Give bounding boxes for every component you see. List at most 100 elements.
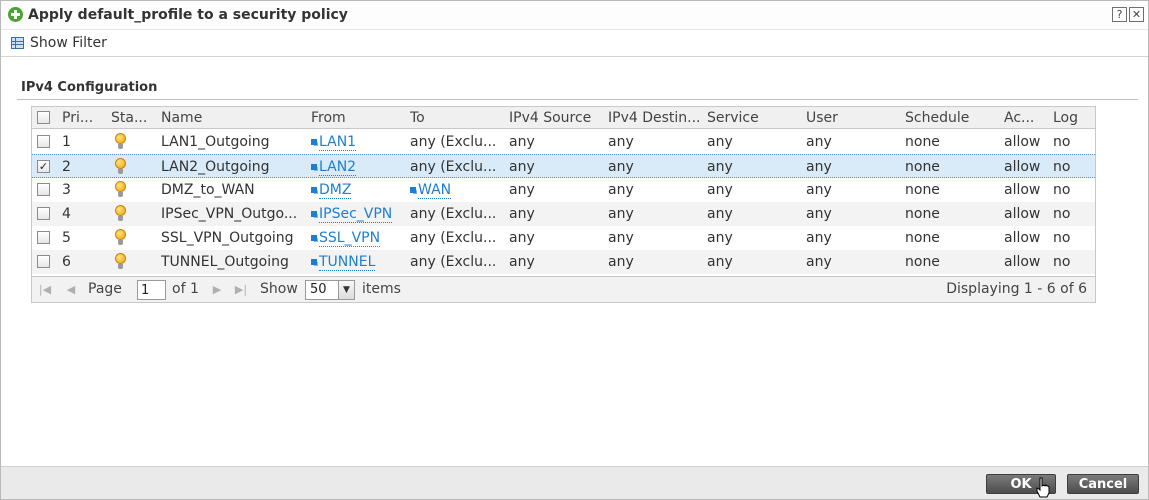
- cell-to: any (Exclu...: [410, 230, 497, 246]
- header-from[interactable]: From: [311, 109, 401, 127]
- header-service[interactable]: Service: [707, 109, 799, 127]
- cell-action: allow: [1004, 134, 1041, 150]
- zone-object-icon: [410, 187, 416, 193]
- cell-user: any: [806, 182, 832, 198]
- cell-schedule: none: [905, 134, 940, 150]
- filter-bar: Show Filter: [1, 31, 1148, 57]
- status-bulb-icon: [115, 253, 126, 270]
- cell-log: no: [1053, 254, 1071, 270]
- zone-object-icon: [311, 235, 317, 241]
- next-page-icon[interactable]: ▶: [210, 282, 224, 298]
- header-status[interactable]: Sta...: [111, 109, 155, 127]
- table-row[interactable]: 4 IPSec_VPN_Outgo... IPSec_VPN any (Excl…: [32, 202, 1095, 226]
- header-ipv4-destination[interactable]: IPv4 Destin...: [608, 109, 700, 127]
- filter-table-icon[interactable]: [11, 37, 24, 49]
- dialog-footer: OK Cancel: [1, 466, 1148, 499]
- header-ipv4-source[interactable]: IPv4 Source: [509, 109, 601, 127]
- select-all-checkbox[interactable]: [37, 111, 50, 124]
- cell-ipv4-source: any: [509, 254, 535, 270]
- cell-to: any (Exclu...: [410, 134, 497, 150]
- header-priority[interactable]: Pri...: [62, 109, 102, 127]
- section-divider: [17, 99, 1138, 100]
- status-bulb-icon: [115, 158, 126, 175]
- cell-schedule: none: [905, 254, 940, 270]
- first-page-icon[interactable]: |◀: [38, 282, 52, 298]
- cell-priority: 1: [62, 134, 71, 150]
- header-name[interactable]: Name: [161, 109, 301, 127]
- section-title: IPv4 Configuration: [21, 80, 158, 95]
- from-object-link[interactable]: DMZ: [319, 182, 352, 199]
- cell-to: any (Exclu...: [410, 159, 497, 175]
- close-button[interactable]: ✕: [1129, 7, 1144, 22]
- help-button[interactable]: ?: [1112, 7, 1127, 22]
- from-object-link[interactable]: IPSec_VPN: [319, 206, 393, 223]
- header-schedule[interactable]: Schedule: [905, 109, 997, 127]
- table-row-selected[interactable]: ✓ 2 LAN2_Outgoing LAN2 any (Exclu... any…: [32, 154, 1095, 178]
- cell-ipv4-destination: any: [608, 254, 634, 270]
- cell-ipv4-destination: any: [608, 159, 634, 175]
- page-number-input[interactable]: [137, 280, 166, 300]
- from-object-link[interactable]: LAN1: [319, 134, 357, 151]
- header-to[interactable]: To: [410, 109, 500, 127]
- cell-priority: 4: [62, 206, 71, 222]
- cancel-button[interactable]: Cancel: [1067, 474, 1139, 494]
- pagination-bar: |◀ ◀ Page of 1 ▶ ▶| Show 50 ▼ items Disp…: [32, 276, 1095, 302]
- cell-log: no: [1053, 182, 1071, 198]
- table-header: Pri... Sta... Name From To IPv4 Source I…: [32, 107, 1095, 129]
- from-object-link[interactable]: SSL_VPN: [319, 230, 381, 247]
- from-object-link[interactable]: TUNNEL: [319, 254, 376, 271]
- cell-log: no: [1053, 134, 1071, 150]
- cell-user: any: [806, 134, 832, 150]
- to-object-link[interactable]: WAN: [418, 182, 452, 199]
- table-row[interactable]: 1 LAN1_Outgoing LAN1 any (Exclu... any a…: [32, 130, 1095, 154]
- cell-schedule: none: [905, 230, 940, 246]
- cell-log: no: [1053, 230, 1071, 246]
- cell-ipv4-destination: any: [608, 230, 634, 246]
- last-page-icon[interactable]: ▶|: [234, 282, 248, 298]
- show-filter-link[interactable]: Show Filter: [30, 35, 107, 51]
- cell-to: any (Exclu...: [410, 206, 497, 222]
- cell-from: TUNNEL: [311, 253, 403, 271]
- cell-to: WAN: [410, 181, 500, 199]
- row-checkbox[interactable]: [37, 183, 50, 196]
- cell-priority: 5: [62, 230, 71, 246]
- cell-ipv4-destination: any: [608, 206, 634, 222]
- policy-table: Pri... Sta... Name From To IPv4 Source I…: [31, 106, 1096, 303]
- page-size-select[interactable]: 50 ▼: [305, 280, 355, 300]
- cell-service: any: [707, 254, 733, 270]
- zone-object-icon: [311, 187, 317, 193]
- header-action[interactable]: Ac...: [1004, 109, 1046, 127]
- prev-page-icon[interactable]: ◀: [64, 282, 78, 298]
- from-object-link[interactable]: LAN2: [319, 159, 357, 176]
- row-checkbox-checked[interactable]: ✓: [37, 160, 50, 173]
- zone-object-icon: [311, 211, 317, 217]
- cell-from: DMZ: [311, 181, 403, 199]
- header-log[interactable]: Log: [1053, 109, 1093, 127]
- zone-object-icon: [311, 164, 317, 170]
- zone-object-icon: [311, 139, 317, 145]
- page-label: Page: [88, 281, 122, 297]
- cell-ipv4-source: any: [509, 230, 535, 246]
- cell-name: SSL_VPN_Outgoing: [161, 230, 294, 246]
- cell-service: any: [707, 206, 733, 222]
- row-checkbox[interactable]: [37, 207, 50, 220]
- cell-log: no: [1053, 159, 1071, 175]
- cell-service: any: [707, 182, 733, 198]
- row-checkbox[interactable]: [37, 255, 50, 268]
- cell-service: any: [707, 159, 733, 175]
- chevron-down-icon[interactable]: ▼: [338, 281, 354, 299]
- table-row[interactable]: 3 DMZ_to_WAN DMZ WAN any any any any non…: [32, 178, 1095, 202]
- row-checkbox[interactable]: [37, 135, 50, 148]
- cell-to: any (Exclu...: [410, 254, 497, 270]
- cell-ipv4-source: any: [509, 134, 535, 150]
- hand-cursor-icon: [1036, 477, 1050, 498]
- table-row[interactable]: 5 SSL_VPN_Outgoing SSL_VPN any (Exclu...…: [32, 226, 1095, 250]
- page-size-value: 50: [310, 282, 327, 297]
- status-bulb-icon: [115, 133, 126, 150]
- row-checkbox[interactable]: [37, 231, 50, 244]
- header-user[interactable]: User: [806, 109, 898, 127]
- table-row[interactable]: 6 TUNNEL_Outgoing TUNNEL any (Exclu... a…: [32, 250, 1095, 274]
- cell-action: allow: [1004, 159, 1041, 175]
- cell-service: any: [707, 230, 733, 246]
- cell-action: allow: [1004, 254, 1041, 270]
